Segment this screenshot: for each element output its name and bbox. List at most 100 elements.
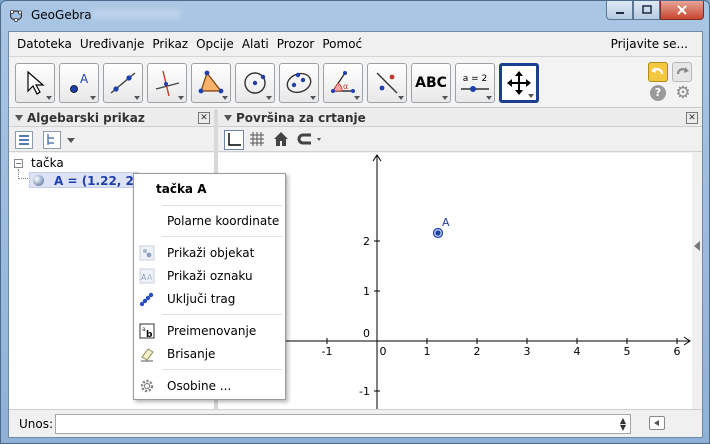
sort-dropdown-arrow-icon[interactable] [67,138,75,143]
reflect-about-line-icon [376,72,398,94]
login-link[interactable]: Prijavite se... [611,32,688,56]
slider-tool-button[interactable]: a = 2 [455,63,495,103]
input-label: Unos: [19,417,54,431]
minimize-button[interactable] [606,1,633,20]
gear-icon[interactable]: ⚙ [674,84,692,102]
standard-view-button[interactable] [272,130,292,150]
minimize-icon [615,12,624,14]
visibility-toggle-icon[interactable] [33,175,44,186]
title-bar[interactable]: GeoGebra [1,1,709,29]
auxiliary-objects-toggle[interactable] [15,131,33,149]
menu-datoteka[interactable]: Datoteka [13,32,76,56]
algebra-view-title: Algebarski prikaz [27,111,145,125]
list-icon [19,135,29,145]
input-bar: Unos: ▲ ▼ [9,409,702,437]
reflect-tool-button[interactable] [367,63,407,103]
undo-button[interactable] [648,62,668,82]
menu-uredivanje[interactable]: Uređivanje [76,32,149,56]
angle-icon: α [331,71,355,93]
text-tool-button[interactable]: ABC [411,63,451,103]
circle-tool-button[interactable] [235,63,275,103]
point-a-label: A [442,216,450,229]
x-tick-label: 4 [574,345,581,358]
menu-pomoc[interactable]: Pomoć [318,32,366,56]
collapse-group-icon[interactable]: − [14,159,23,168]
panel-toggle-arrow-icon[interactable] [15,115,23,121]
grid-icon [250,132,264,146]
menu-separator [162,236,282,237]
toolbar: A α ABC a = 2 ? ⚙ [9,56,702,108]
menu-item-label: Osobine ... [167,379,232,393]
toggle-axes-button[interactable] [224,130,244,150]
menu-prozor[interactable]: Prozor [273,32,319,56]
perpendicular-line-icon [155,70,180,97]
menu-item-show-object[interactable]: Prikaži objekat [134,242,285,264]
group-label: tačka [31,156,64,170]
point-a[interactable] [435,230,441,236]
show-label-icon: AA [139,268,155,284]
graphics-view-style-bar [218,128,702,152]
input-help-toggle-icon[interactable] [649,416,665,430]
axes-icon [228,133,241,146]
geogebra-logo-icon [9,10,23,22]
x-tick-label: 2 [474,345,481,358]
menu-item-label: Uključi trag [167,292,236,306]
perpendicular-tool-button[interactable] [147,63,187,103]
geogebra-window: GeoGebra Datoteka Uređivanje Prikaz Opci… [0,0,710,444]
y-tick-label: 0 [363,327,370,340]
menu-item-label: Polarne koordinate [167,214,280,228]
svg-text:A: A [80,72,89,86]
menu-item-label: Brisanje [167,347,216,361]
slider-tool-label: a = 2 [463,74,488,84]
move-tool-button[interactable] [15,63,55,103]
menu-item-trace-on[interactable]: Uključi trag [134,288,285,310]
move-graphics-view-tool-button[interactable] [499,63,539,103]
circle-center-point-icon [244,72,266,94]
x-tick-label: 3 [524,345,531,358]
menu-separator [162,369,282,370]
polygon-icon [198,70,224,94]
input-history-spinner-icon[interactable]: ▲ ▼ [620,417,626,432]
close-window-button[interactable] [660,1,704,20]
point-tool-button[interactable]: A [59,63,99,103]
ellipse-tool-button[interactable] [279,63,319,103]
line-tool-button[interactable] [103,63,143,103]
title-blurred-text [91,9,181,19]
menu-item-rename[interactable]: ab Preimenovanje [134,320,285,342]
x-tick-label: 1 [424,345,431,358]
redo-button[interactable] [672,62,692,82]
menu-bar: Datoteka Uređivanje Prikaz Opcije Alati … [9,32,702,56]
context-menu: tačka A Polarne koordinate Prikaži objek… [133,173,286,400]
menu-opcije[interactable]: Opcije [192,32,238,56]
expand-side-panel-icon[interactable] [694,241,700,251]
graphics-canvas[interactable]: -1 0 1 2 3 4 5 6 2 1 0 -1 A [218,153,692,409]
polygon-tool-button[interactable] [191,63,231,103]
menu-item-delete[interactable]: Brisanje [134,343,285,365]
menu-prikaz[interactable]: Prikaz [148,32,192,56]
y-tick-label: 2 [363,235,370,248]
maximize-button[interactable] [633,1,660,20]
menu-item-polar-coordinates[interactable]: Polarne koordinate [134,210,285,232]
menu-item-properties[interactable]: Osobine ... [134,375,285,397]
menu-item-show-label[interactable]: AA Prikaži oznaku [134,265,285,287]
side-panel-toggle[interactable] [692,153,702,409]
coordinate-plane[interactable]: -1 0 1 2 3 4 5 6 2 1 0 -1 A [218,153,692,409]
input-field[interactable]: ▲ ▼ [55,414,631,434]
toggle-grid-button[interactable] [248,130,268,150]
close-graphics-view-button[interactable]: ✕ [686,112,698,124]
algebra-object-row[interactable]: A = (1.22, 2.16) [29,172,161,188]
point-capturing-button[interactable] [296,130,326,150]
x-tick-label: -1 [322,345,333,358]
menu-alati[interactable]: Alati [238,32,273,56]
sort-by-button[interactable] [43,131,61,149]
y-tick-label: 1 [363,285,370,298]
x-tick-label: 6 [674,345,681,358]
svg-text:α: α [343,82,348,91]
context-menu-title: tačka A [156,182,207,196]
slider-icon: a = 2 [461,74,489,92]
close-algebra-view-button[interactable]: ✕ [198,112,210,124]
help-icon[interactable]: ? [650,85,666,101]
panel-toggle-arrow-icon[interactable] [224,115,232,121]
menu-item-label: Preimenovanje [167,324,257,338]
angle-tool-button[interactable]: α [323,63,363,103]
